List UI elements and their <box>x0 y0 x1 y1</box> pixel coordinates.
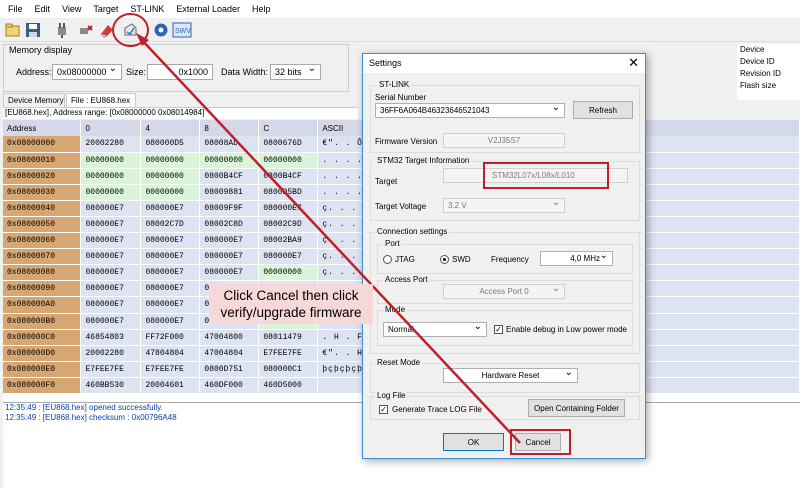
callout-line-1: Click Cancel then click <box>223 288 359 303</box>
annotation-arrow <box>136 33 521 444</box>
arrow-line <box>139 37 521 444</box>
instruction-callout: Click Cancel then click verify/upgrade f… <box>209 284 373 324</box>
callout-line-2: verify/upgrade firmware <box>220 305 362 320</box>
